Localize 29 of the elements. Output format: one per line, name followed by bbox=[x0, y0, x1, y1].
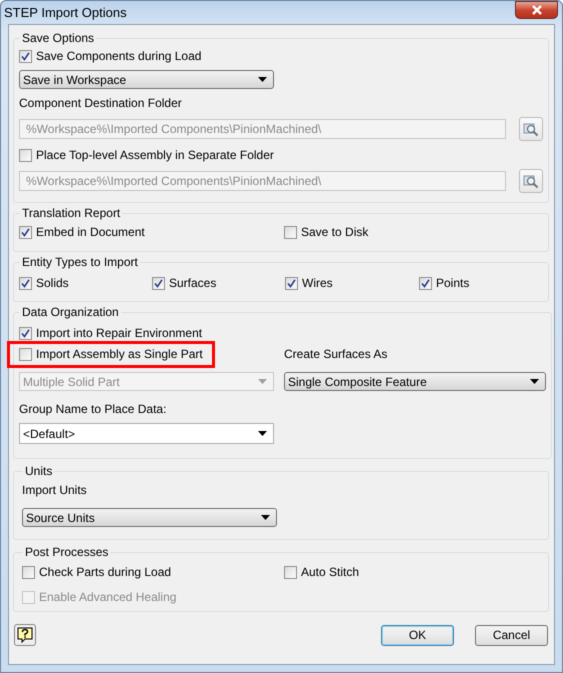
checkbox[interactable]: Import Assembly as Single Part bbox=[19, 347, 203, 361]
dialog-button[interactable]: Cancel bbox=[475, 624, 548, 646]
dropdown[interactable]: Save in Workspace bbox=[19, 70, 274, 89]
field-label: Group Name to Place Data: bbox=[19, 402, 168, 416]
checkbox[interactable]: Import into Repair Environment bbox=[19, 326, 202, 340]
checkbox[interactable]: Place Top-level Assembly in Separate Folder bbox=[19, 148, 274, 162]
checkbox[interactable]: Save to Disk bbox=[284, 225, 368, 239]
checkbox[interactable]: Wires bbox=[285, 276, 333, 290]
field-label: Component Destination Folder bbox=[19, 96, 183, 110]
checkbox[interactable]: Embed in Document bbox=[19, 225, 145, 239]
checkbox[interactable]: Surfaces bbox=[152, 276, 216, 290]
group-title: Save Options bbox=[21, 31, 96, 45]
checkbox[interactable]: Auto Stitch bbox=[284, 565, 360, 579]
dialog-button[interactable]: OK bbox=[381, 624, 454, 646]
checkbox[interactable]: Solids bbox=[19, 276, 69, 290]
group-title: Data Organization bbox=[21, 305, 120, 319]
field-label: Create Surfaces As bbox=[284, 347, 388, 361]
checkbox[interactable]: Points bbox=[419, 276, 470, 290]
dropdown[interactable]: Single Composite Feature bbox=[284, 372, 546, 391]
dropdown[interactable]: <Default> bbox=[19, 423, 274, 444]
group-title: Post Processes bbox=[24, 545, 110, 559]
checkbox[interactable]: Save Components during Load bbox=[19, 49, 202, 63]
group-title: Translation Report bbox=[21, 206, 122, 220]
field-label: Import Units bbox=[22, 483, 88, 497]
group-title: Entity Types to Import bbox=[21, 255, 139, 269]
checkbox[interactable]: Check Parts during Load bbox=[22, 565, 172, 579]
group-title: Units bbox=[24, 464, 54, 478]
window-title: STEP Import Options bbox=[4, 4, 127, 20]
dropdown[interactable]: Source Units bbox=[22, 508, 277, 527]
